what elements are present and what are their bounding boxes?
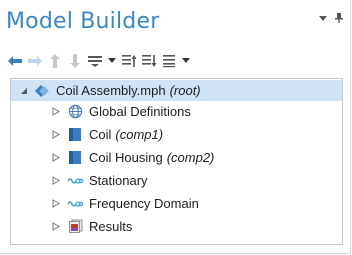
model-tree: Coil Assembly.mph (root) Global Definiti…: [10, 78, 343, 245]
tree-root-label: Coil Assembly.mph: [56, 83, 166, 98]
panel-controls: [318, 13, 344, 23]
forward-arrow-icon[interactable]: [26, 53, 44, 69]
collapse-arrow-icon[interactable]: [19, 86, 29, 96]
tree-item-results[interactable]: Results: [11, 216, 342, 237]
expand-all-icon[interactable]: [160, 53, 178, 69]
tree-item-coil-housing[interactable]: Coil Housing (comp2): [11, 147, 342, 168]
results-icon: [67, 219, 83, 235]
model-builder-panel: Model Builder Coil Assembly.mph (root) G…: [0, 0, 351, 254]
study-icon: [67, 173, 83, 189]
tree-root-row[interactable]: Coil Assembly.mph (root): [11, 80, 342, 101]
expand-sections-icon[interactable]: [120, 53, 138, 69]
component-icon: [67, 127, 83, 143]
tree-item-label: Stationary: [89, 173, 148, 188]
model-builder-toolbar: [6, 53, 194, 69]
show-options-icon[interactable]: [86, 53, 104, 69]
tree-item-global-definitions[interactable]: Global Definitions: [11, 101, 342, 122]
move-down-icon[interactable]: [66, 53, 84, 69]
expand-arrow-icon[interactable]: [51, 107, 61, 117]
panel-menu-dropdown-icon[interactable]: [318, 13, 328, 23]
collapse-sections-icon[interactable]: [140, 53, 158, 69]
study-icon: [67, 196, 83, 212]
pin-icon[interactable]: [334, 13, 344, 23]
tree-item-label: Results: [89, 219, 133, 234]
back-arrow-icon[interactable]: [6, 53, 24, 69]
tree-item-label: Coil Housing: [89, 150, 163, 165]
tree-item-label: Global Definitions: [89, 104, 191, 119]
move-up-icon[interactable]: [46, 53, 64, 69]
tree-item-tag: (comp1): [115, 127, 164, 142]
tree-item-label: Frequency Domain: [89, 196, 199, 211]
tree-root-tag: (root): [169, 83, 201, 98]
tree-item-tag: (comp2): [166, 150, 215, 165]
expand-arrow-icon[interactable]: [51, 199, 61, 209]
expand-arrow-icon[interactable]: [51, 222, 61, 232]
tree-item-coil[interactable]: Coil (comp1): [11, 124, 342, 145]
tree-item-frequency-domain[interactable]: Frequency Domain: [11, 193, 342, 214]
tree-item-label: Coil: [89, 127, 112, 142]
expand-arrow-icon[interactable]: [51, 153, 61, 163]
panel-title: Model Builder: [6, 9, 160, 34]
globe-icon: [67, 104, 83, 120]
expand-arrow-icon[interactable]: [51, 176, 61, 186]
tree-item-stationary[interactable]: Stationary: [11, 170, 342, 191]
expand-arrow-icon[interactable]: [51, 130, 61, 140]
root-node-icon: [34, 83, 50, 99]
component-icon: [67, 150, 83, 166]
options-dropdown-icon[interactable]: [106, 53, 118, 69]
more-options-dropdown-icon[interactable]: [180, 53, 192, 69]
